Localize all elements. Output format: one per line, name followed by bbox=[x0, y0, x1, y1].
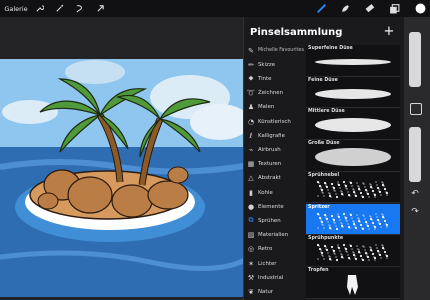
category-label: Natur bbox=[258, 288, 274, 295]
calligraphy-icon: ℓ bbox=[249, 131, 253, 140]
triangle-icon: △ bbox=[248, 174, 254, 183]
redo-icon[interactable]: ↷ bbox=[407, 206, 423, 218]
brush-icon[interactable] bbox=[314, 0, 328, 17]
brush-library-panel: Pinselsammlung + ✎ Michelle Favourites ✏ Sk… bbox=[243, 17, 404, 300]
category-label: Zeichnen bbox=[258, 90, 284, 97]
drawing-icon: ➰ bbox=[246, 89, 256, 98]
texture-icon: ▦ bbox=[247, 160, 255, 169]
top-toolbar: Galerie bbox=[0, 0, 430, 17]
right-sidebar: ↶ ↷ bbox=[400, 17, 430, 300]
paint-brush-icon: ♟ bbox=[247, 103, 255, 112]
category-item[interactable]: ▧ Materialien bbox=[244, 229, 306, 242]
spray-can-icon: ⧉ bbox=[248, 216, 254, 225]
category-label: Skizze bbox=[258, 61, 276, 68]
charcoal-icon: ▮ bbox=[249, 188, 253, 197]
category-label: Retro bbox=[258, 246, 273, 253]
panel-title: Pinselsammlung bbox=[250, 27, 343, 38]
brush-label: Feine Düse bbox=[308, 77, 338, 83]
airbrush-icon: ⌁ bbox=[248, 145, 254, 154]
brush-item[interactable]: Große Düse bbox=[306, 140, 400, 172]
transform-arrow-icon[interactable] bbox=[94, 0, 106, 17]
category-label: Kalligrafie bbox=[258, 132, 285, 139]
category-item[interactable]: ⌁ Airbrush bbox=[244, 143, 306, 156]
category-label: Abstrakt bbox=[258, 175, 281, 182]
category-label: Kohle bbox=[258, 189, 273, 196]
category-label: Malen bbox=[258, 104, 275, 111]
category-item[interactable]: ✏ Skizze bbox=[244, 58, 306, 71]
category-item[interactable]: ♟ Malen bbox=[244, 101, 306, 114]
category-item[interactable]: ➰ Zeichnen bbox=[244, 87, 306, 100]
color-icon[interactable] bbox=[413, 0, 427, 17]
category-label: Michelle Favourites bbox=[258, 48, 304, 53]
brush-size-slider[interactable] bbox=[409, 32, 421, 87]
category-item[interactable]: ◔ Künstlerisch bbox=[244, 115, 306, 128]
smudge-icon[interactable] bbox=[338, 0, 352, 17]
brush-label: Sprühnebel bbox=[308, 172, 340, 178]
brush-item[interactable]: Spritzer bbox=[306, 203, 400, 236]
category-item[interactable]: △ Abstrakt bbox=[244, 172, 306, 185]
brush-item[interactable]: Feine Düse bbox=[306, 76, 400, 109]
sparkle-icon: ✶ bbox=[248, 259, 254, 268]
brush-label: Superfeine Düse bbox=[308, 46, 353, 51]
undo-icon[interactable]: ↶ bbox=[407, 188, 423, 200]
category-label: Texturen bbox=[258, 161, 282, 168]
brush-label: Tropfen bbox=[308, 267, 329, 273]
selection-icon[interactable] bbox=[73, 0, 85, 17]
category-item[interactable]: ✶ Lichter bbox=[244, 257, 306, 270]
brush-item[interactable]: Tropfen bbox=[306, 266, 400, 299]
add-brush-button[interactable]: + bbox=[381, 23, 397, 39]
retro-icon: ◎ bbox=[247, 245, 255, 254]
category-label: Lichter bbox=[258, 260, 277, 267]
brush-item[interactable]: Superfeine Düse bbox=[306, 45, 400, 77]
modify-button[interactable] bbox=[410, 103, 422, 115]
category-label: Künstlerisch bbox=[258, 118, 291, 125]
leaf-icon: ❦ bbox=[248, 287, 254, 296]
category-item[interactable]: ℓ Kalligrafie bbox=[244, 129, 306, 142]
category-label: Sprühen bbox=[258, 217, 281, 224]
drop-icon: ● bbox=[247, 202, 255, 211]
opacity-slider[interactable] bbox=[409, 127, 421, 182]
brush-icon: ✎ bbox=[248, 46, 254, 55]
brush-item[interactable]: Sprühpunkte bbox=[306, 235, 400, 267]
anvil-icon: ⚒ bbox=[247, 273, 255, 282]
layers-icon[interactable] bbox=[387, 0, 401, 17]
category-label: Elemente bbox=[258, 203, 284, 210]
wrench-icon[interactable] bbox=[33, 0, 45, 17]
brush-item[interactable]: Sprühnebel bbox=[306, 171, 400, 204]
brush-label: Sprühpunkte bbox=[308, 236, 344, 242]
brush-label: Große Düse bbox=[308, 141, 340, 147]
category-item[interactable]: ❦ Natur bbox=[244, 285, 306, 298]
category-item[interactable]: ◎ Retro bbox=[244, 243, 306, 256]
category-item[interactable]: ⚒ Industrial bbox=[244, 271, 306, 284]
palette-icon: ◔ bbox=[247, 117, 255, 126]
brush-item[interactable]: Mittlere Düse bbox=[306, 108, 400, 141]
category-label: Tinte bbox=[258, 75, 272, 82]
gallery-button[interactable]: Galerie bbox=[2, 0, 30, 17]
category-label: Industrial bbox=[258, 274, 284, 281]
category-label: Airbrush bbox=[258, 146, 281, 153]
category-item[interactable]: ✎ Michelle Favourites bbox=[244, 44, 306, 57]
category-item[interactable]: ▮ Kohle bbox=[244, 186, 306, 199]
brush-label: Spritzer bbox=[308, 204, 330, 210]
category-item[interactable]: ⧉ Sprühen bbox=[244, 214, 306, 227]
brush-label: Mittlere Düse bbox=[308, 109, 345, 115]
category-item[interactable]: ⬥ Tinte bbox=[244, 72, 306, 85]
category-item[interactable]: ▦ Texturen bbox=[244, 158, 306, 171]
eraser-icon[interactable] bbox=[362, 0, 376, 17]
magic-wand-icon[interactable] bbox=[53, 0, 65, 17]
ink-drop-icon: ⬥ bbox=[248, 74, 254, 83]
category-label: Materialien bbox=[258, 232, 289, 239]
cube-icon: ▧ bbox=[247, 231, 255, 240]
pencil-icon: ✏ bbox=[248, 60, 254, 69]
category-item[interactable]: ● Elemente bbox=[244, 200, 306, 213]
